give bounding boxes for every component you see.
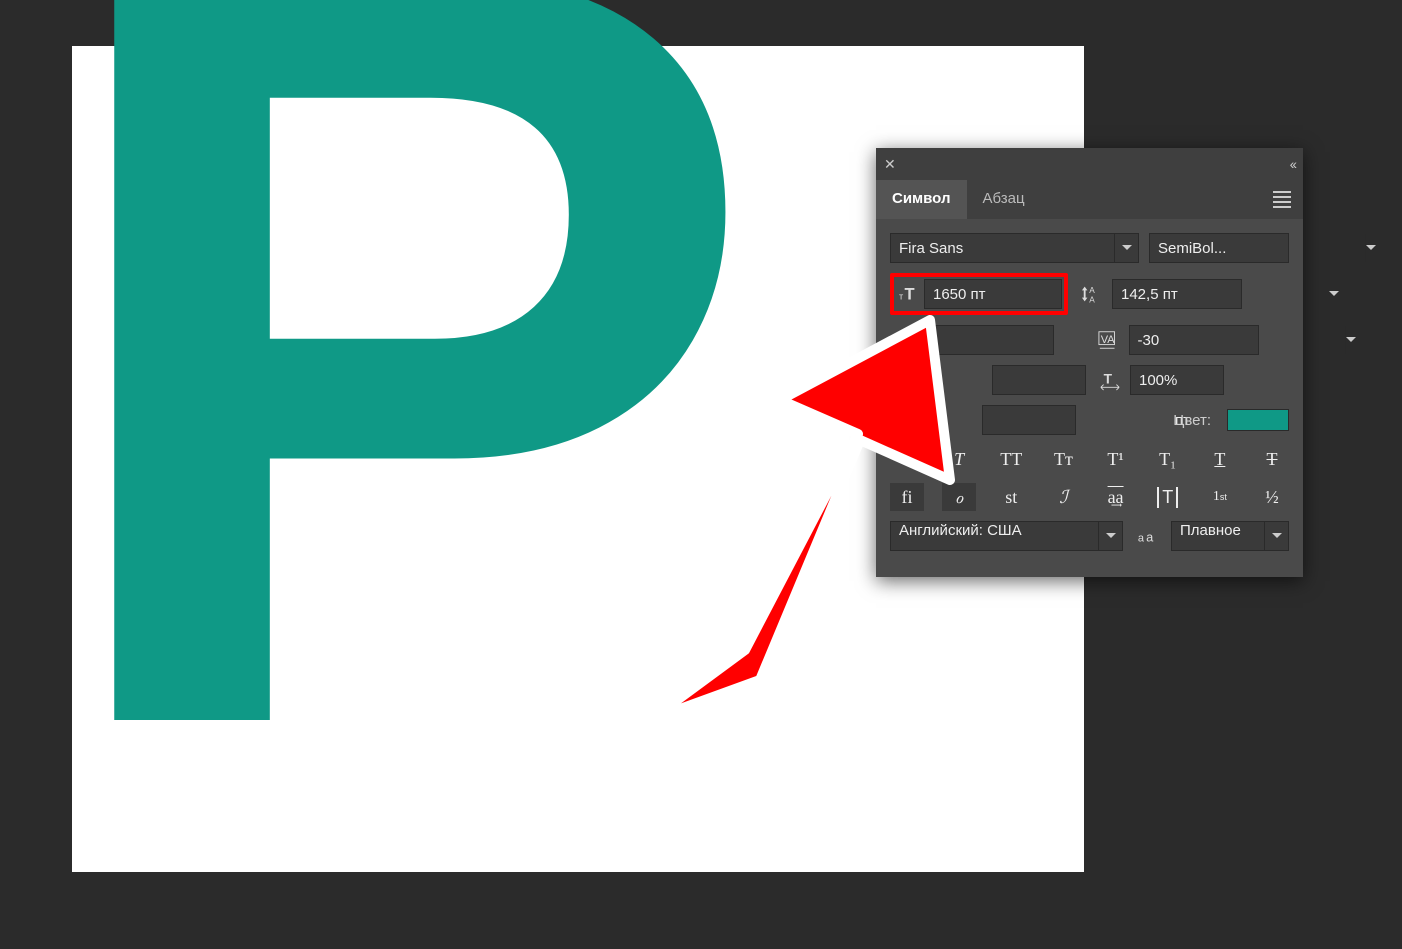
baseline-input[interactable] (982, 405, 1076, 435)
type-style-row: T T TT Tᴛ T¹ T₁ T T (890, 445, 1289, 473)
chevron-down-icon[interactable] (1098, 522, 1122, 550)
panel-menu-icon[interactable] (1261, 188, 1303, 211)
stylistic-alt-button[interactable]: a͢a (1099, 483, 1133, 511)
color-label: Цвет: (1173, 412, 1211, 429)
strikethrough-button[interactable]: T (1255, 445, 1289, 473)
contextual-alt-button[interactable]: ℴ (942, 483, 976, 511)
font-family-select[interactable] (890, 233, 1139, 263)
faux-italic-button[interactable]: T (942, 445, 976, 473)
tab-character[interactable]: Символ (876, 180, 967, 219)
font-style-select[interactable] (1149, 233, 1289, 263)
tracking-input[interactable] (1130, 326, 1345, 354)
swash-button[interactable]: ℐ (1046, 483, 1080, 511)
chevron-down-icon[interactable] (1114, 234, 1138, 262)
tracking-select[interactable] (1129, 325, 1259, 355)
tracking-icon: VA (1095, 329, 1123, 351)
svg-text:т: т (899, 292, 904, 302)
svg-text:A: A (1089, 295, 1095, 304)
all-caps-button[interactable]: TT (994, 445, 1028, 473)
font-family-input[interactable] (891, 234, 1114, 262)
faux-bold-button[interactable]: T (890, 445, 924, 473)
collapse-icon[interactable]: ‹‹ (1290, 156, 1295, 172)
fractions-button[interactable]: ½ (1255, 483, 1289, 511)
leading-select[interactable] (1112, 279, 1242, 309)
chevron-down-icon[interactable] (1264, 522, 1288, 550)
small-caps-button[interactable]: Tᴛ (1046, 445, 1080, 473)
svg-text:VA: VA (1100, 334, 1115, 346)
svg-text:A: A (1089, 286, 1095, 295)
antialias-icon: aa (1133, 525, 1161, 547)
close-icon[interactable]: ✕ (884, 156, 896, 173)
font-style-input[interactable] (1150, 234, 1365, 262)
ordinals-button[interactable]: 1st (1203, 483, 1237, 511)
chevron-down-icon[interactable] (1365, 234, 1376, 262)
svg-text:T: T (905, 286, 915, 304)
leading-input[interactable] (1113, 280, 1328, 308)
leading-icon: AA (1078, 283, 1106, 305)
svg-text:a: a (1146, 530, 1154, 545)
font-size-select[interactable] (924, 279, 1062, 309)
subscript-button[interactable]: T₁ (1151, 445, 1185, 473)
svg-text:T: T (1104, 372, 1113, 387)
panel-titlebar[interactable]: ✕ ‹‹ (876, 148, 1303, 180)
svg-text:V/A: V/A (893, 332, 914, 347)
vert-scale-input[interactable] (992, 365, 1086, 395)
color-swatch[interactable] (1227, 409, 1289, 431)
character-panel: ✕ ‹‹ Символ Абзац тT (876, 148, 1303, 577)
discretionary-lig-button[interactable]: st (994, 483, 1028, 511)
panel-tabs: Символ Абзац (876, 180, 1303, 219)
titling-alt-button[interactable]: T (1151, 483, 1185, 511)
svg-text:a: a (1138, 533, 1145, 545)
kerning-select[interactable] (924, 325, 1054, 355)
chevron-down-icon[interactable] (1345, 326, 1356, 354)
tab-paragraph[interactable]: Абзац (967, 180, 1041, 219)
antialias-select[interactable]: Плавное (1171, 521, 1289, 551)
type-layer-glyph[interactable]: P (42, 0, 732, 886)
language-select[interactable]: Английский: США (890, 521, 1123, 551)
horiz-scale-icon: T (1096, 369, 1124, 391)
kerning-icon: V/A (890, 329, 918, 351)
font-size-icon: тT (896, 283, 924, 305)
chevron-down-icon[interactable] (1328, 280, 1339, 308)
opentype-row: fi ℴ st ℐ a͢a T 1st ½ (890, 483, 1289, 511)
superscript-button[interactable]: T¹ (1099, 445, 1133, 473)
ligatures-button[interactable]: fi (890, 483, 924, 511)
horiz-scale-input-box[interactable] (1130, 365, 1224, 395)
font-size-highlight: тT (890, 273, 1068, 315)
underline-button[interactable]: T (1203, 445, 1237, 473)
